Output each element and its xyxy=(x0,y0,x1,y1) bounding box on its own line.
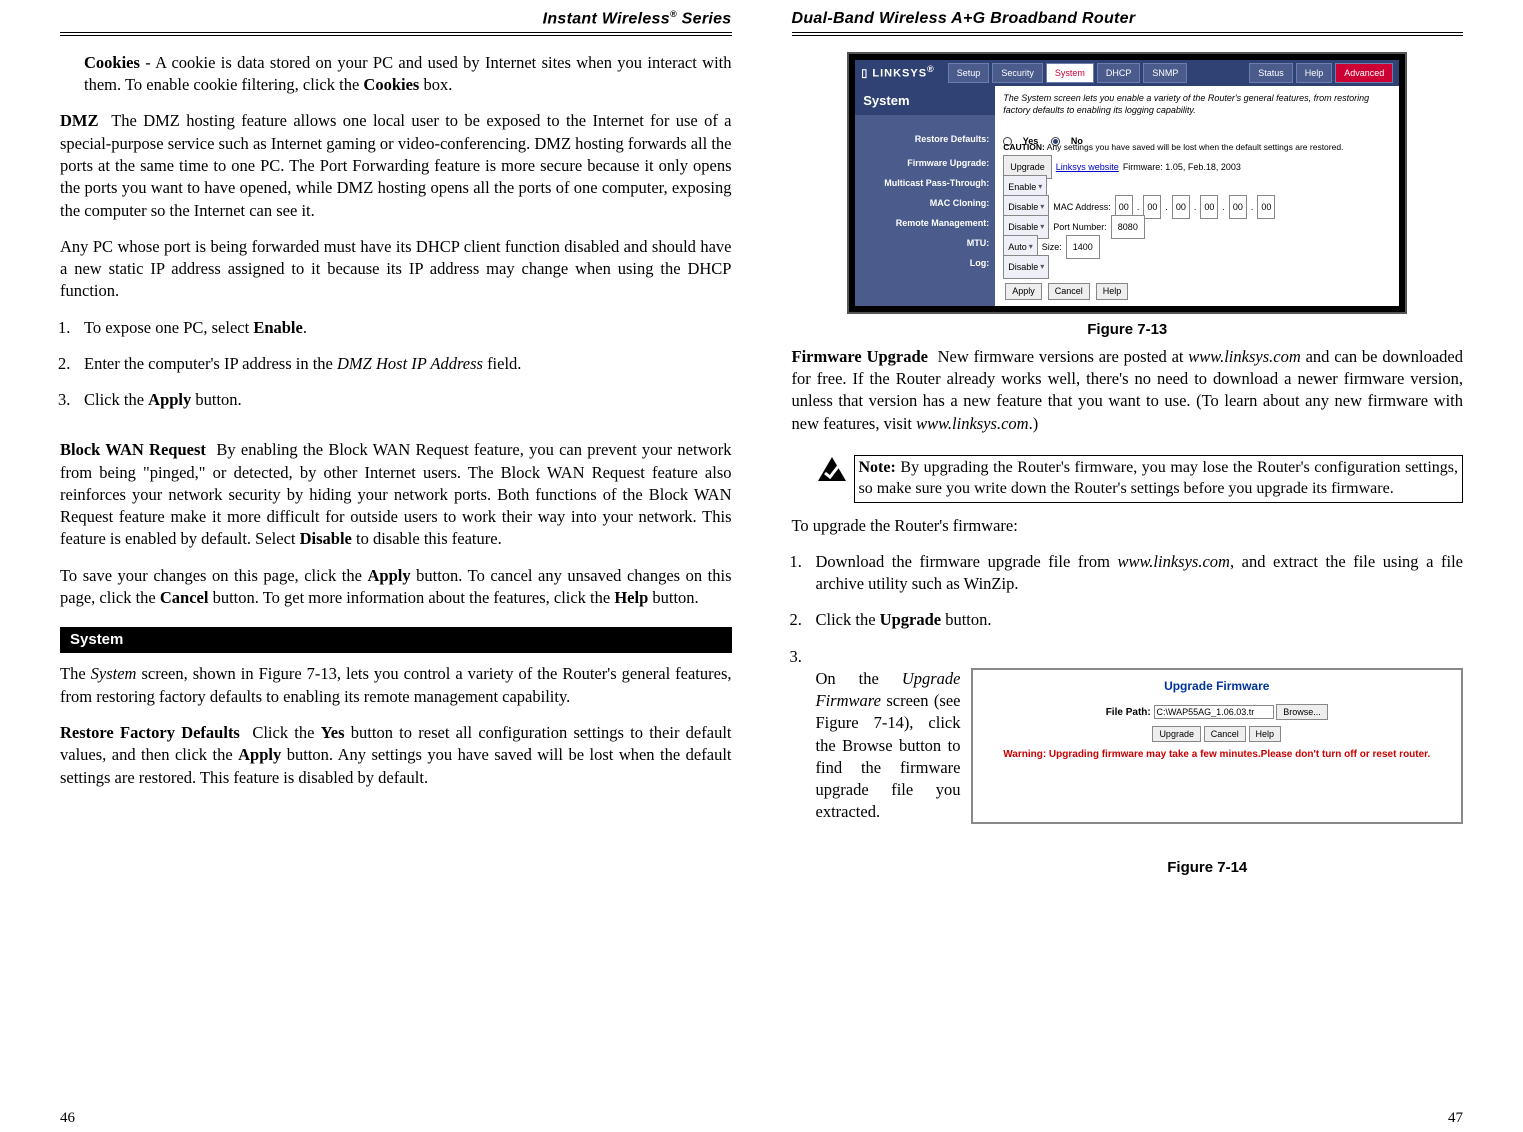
firmware-paragraph: Firmware Upgrade New firmware versions a… xyxy=(792,346,1464,435)
upgrade-steps: 1.Download the firmware upgrade file fro… xyxy=(792,551,1464,838)
dmz-paragraph-2: Any PC whose port is being forwarded mus… xyxy=(60,236,732,303)
cancel-button[interactable]: Cancel xyxy=(1048,283,1090,299)
dmz-paragraph: DMZ The DMZ hosting feature allows one l… xyxy=(60,110,732,221)
log-select[interactable]: Disable ▾ xyxy=(1003,255,1049,279)
header-rule-thick-r xyxy=(792,32,1464,33)
file-path-label: File Path: xyxy=(1106,707,1151,718)
row-log: Disable ▾ xyxy=(1003,257,1391,277)
router-sidebar: System Restore Defaults: Firmware Upgrad… xyxy=(855,86,995,306)
linksys-logo: ▯ LINKSYS® xyxy=(861,63,935,82)
label-mtu: MTU: xyxy=(859,233,989,253)
upgrade-firmware-title: Upgrade Firmware xyxy=(981,678,1454,694)
mac-3[interactable]: 00 xyxy=(1200,195,1218,219)
header-rule-thin-r xyxy=(792,35,1464,36)
router-button-row: Apply Cancel Help xyxy=(1003,283,1391,299)
upg-step-2: 2.Click the Upgrade button. xyxy=(816,609,1464,631)
header-right: Dual-Band Wireless A+G Broadband Router xyxy=(792,8,1464,32)
section-system-bar: System xyxy=(60,627,732,653)
tab-security[interactable]: Security xyxy=(992,63,1043,83)
tab-snmp[interactable]: SNMP xyxy=(1143,63,1187,83)
tab-setup[interactable]: Setup xyxy=(948,63,990,83)
page-number-47: 47 xyxy=(792,1108,1464,1128)
mac-2[interactable]: 00 xyxy=(1172,195,1190,219)
label-log: Log: xyxy=(859,253,989,273)
header-text-right: Dual-Band Wireless A+G Broadband Router xyxy=(792,8,1136,30)
upg-button-row: Upgrade Cancel Help xyxy=(981,726,1454,742)
mac-label: MAC Address: xyxy=(1053,197,1111,217)
upg-cancel-button[interactable]: Cancel xyxy=(1204,726,1246,742)
port-label: Port Number: xyxy=(1053,217,1107,237)
row-mpt: Enable ▾ xyxy=(1003,177,1391,197)
size-input[interactable]: 1400 xyxy=(1066,235,1100,259)
caution-text: CAUTION: Any settings you have saved wil… xyxy=(1003,142,1391,153)
router-tabbar: ▯ LINKSYS® Setup Security System DHCP SN… xyxy=(855,60,1399,86)
note-box: Note: By upgrading the Router's firmware… xyxy=(854,455,1464,503)
tab-status[interactable]: Status xyxy=(1249,63,1293,83)
step-2: 2.Enter the computer's IP address in the… xyxy=(84,353,732,375)
row-remote: Disable ▾ Port Number: 8080 xyxy=(1003,217,1391,237)
upg-step-3-text: On the Upgrade Firmware screen (see Figu… xyxy=(816,668,961,824)
page-number-46: 46 xyxy=(60,1108,732,1128)
save-paragraph: To save your changes on this page, click… xyxy=(60,565,732,610)
linksys-website-link[interactable]: Linksys website xyxy=(1056,157,1119,177)
row-mtu: Auto ▾ Size: 1400 xyxy=(1003,237,1391,257)
mac-1[interactable]: 00 xyxy=(1143,195,1161,219)
tab-system[interactable]: System xyxy=(1046,63,1094,83)
upgrade-intro: To upgrade the Router's firmware: xyxy=(792,515,1464,537)
port-input[interactable]: 8080 xyxy=(1111,215,1145,239)
tab-help[interactable]: Help xyxy=(1296,63,1333,83)
label-mpt: Multicast Pass-Through: xyxy=(859,173,989,193)
upg-upgrade-button[interactable]: Upgrade xyxy=(1152,726,1201,742)
header-text: Instant Wireless® Series xyxy=(543,8,732,30)
browse-button[interactable]: Browse... xyxy=(1276,704,1328,720)
apply-button[interactable]: Apply xyxy=(1005,283,1042,299)
label-restore: Restore Defaults: xyxy=(859,123,989,153)
row-fw: Upgrade Linksys website Firmware: 1.05, … xyxy=(1003,157,1391,177)
size-label: Size: xyxy=(1042,237,1062,257)
header-left: Instant Wireless® Series xyxy=(60,8,732,32)
page-47: Dual-Band Wireless A+G Broadband Router … xyxy=(762,8,1484,1128)
row-mac: Disable ▾ MAC Address: 00. 00. 00. 00. 0… xyxy=(1003,197,1391,217)
label-mac: MAC Cloning: xyxy=(859,193,989,213)
upg-step-1: 1.Download the firmware upgrade file fro… xyxy=(816,551,1464,596)
label-fw: Firmware Upgrade: xyxy=(859,153,989,173)
figure-7-14-caption: Figure 7-14 xyxy=(952,858,1464,878)
router-desc: The System screen lets you enable a vari… xyxy=(1003,92,1391,116)
note-row: Note: By upgrading the Router's firmware… xyxy=(816,455,1464,503)
file-path-input[interactable] xyxy=(1154,705,1274,719)
label-remote: Remote Management: xyxy=(859,213,989,233)
step-1: 1.To expose one PC, select Enable. xyxy=(84,317,732,339)
restore-paragraph: Restore Factory Defaults Click the Yes b… xyxy=(60,722,732,789)
router-main: The System screen lets you enable a vari… xyxy=(995,86,1399,306)
mac-5[interactable]: 00 xyxy=(1257,195,1275,219)
upg-step-3: 3. On the Upgrade Firmware screen (see F… xyxy=(816,646,1464,824)
upg-help-button[interactable]: Help xyxy=(1249,726,1282,742)
router-title: System xyxy=(855,86,995,116)
tab-dhcp[interactable]: DHCP xyxy=(1097,63,1141,83)
step-3: 3.Click the Apply button. xyxy=(84,389,732,411)
header-rule-thin xyxy=(60,35,732,36)
mac-4[interactable]: 00 xyxy=(1229,195,1247,219)
tab-advanced[interactable]: Advanced xyxy=(1335,63,1393,83)
block-wan-paragraph: Block WAN Request By enabling the Block … xyxy=(60,439,732,550)
cookies-paragraph: Cookies - A cookie is data stored on you… xyxy=(60,52,732,97)
header-rule-thick xyxy=(60,32,732,33)
upg-path-row: File Path: Browse... xyxy=(981,704,1454,720)
system-paragraph: The System screen, shown in Figure 7-13,… xyxy=(60,663,732,708)
help-button[interactable]: Help xyxy=(1096,283,1129,299)
fw-version: Firmware: 1.05, Feb.18, 2003 xyxy=(1123,157,1241,177)
page-46: Instant Wireless® Series Cookies - A coo… xyxy=(40,8,762,1128)
figure-7-14-screenshot: Upgrade Firmware File Path: Browse... Up… xyxy=(971,668,1464,824)
figure-7-13-caption: Figure 7-13 xyxy=(792,320,1464,340)
checkmark-triangle-icon xyxy=(816,455,848,483)
dmz-steps: 1.To expose one PC, select Enable. 2.Ent… xyxy=(60,317,732,426)
upg-warning: Warning: Upgrading firmware may take a f… xyxy=(981,748,1454,762)
figure-7-13-screenshot: ▯ LINKSYS® Setup Security System DHCP SN… xyxy=(847,52,1407,314)
